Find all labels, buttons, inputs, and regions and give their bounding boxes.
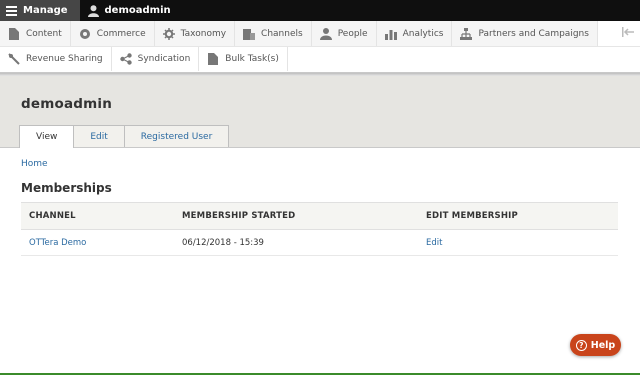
commerce-icon [79, 28, 91, 40]
table-row: OTTera Demo 06/12/2018 - 15:39 Edit [21, 229, 618, 256]
tray-item-label: Content [26, 28, 62, 39]
tray-item-label: Revenue Sharing [26, 54, 103, 64]
tray-item-commerce[interactable]: Commerce [70, 21, 155, 46]
people-icon [319, 27, 332, 40]
user-menu-button[interactable]: demoadmin [80, 0, 179, 21]
hamburger-icon [6, 5, 17, 16]
breadcrumb: Home [21, 159, 619, 169]
tray-item-people[interactable]: People [311, 21, 377, 46]
analytics-icon [384, 28, 397, 40]
tray-item-label: Commerce [96, 28, 146, 39]
tray-item-label: People [337, 28, 368, 39]
column-header-channel: CHANNEL [21, 202, 174, 230]
tray-row-primary: Content Commerce Taxonomy Channels Peopl… [0, 21, 640, 46]
tray-item-revenue-sharing[interactable]: Revenue Sharing [0, 47, 112, 71]
tray-item-label: Partners and Campaigns [478, 28, 589, 39]
tray-item-channels[interactable]: Channels [235, 21, 312, 46]
memberships-title: Memberships [21, 181, 112, 195]
page-header: demoadmin View Edit Registered User [0, 76, 640, 148]
page-title: demoadmin [21, 96, 113, 112]
collapse-tray-icon[interactable] [622, 27, 634, 40]
column-header-edit-membership: EDIT MEMBERSHIP [418, 202, 618, 230]
main-content: Home Memberships CHANNEL MEMBERSHIP STAR… [0, 159, 640, 256]
tray-item-analytics[interactable]: Analytics [376, 21, 453, 46]
tab-edit[interactable]: Edit [73, 125, 125, 147]
cell-channel: OTTera Demo [21, 229, 174, 256]
partners-icon [460, 27, 473, 40]
tray-item-label: Analytics [402, 28, 444, 39]
tray-item-label: Bulk Task(s) [225, 54, 279, 64]
channels-icon [243, 28, 256, 40]
channel-link[interactable]: OTTera Demo [29, 238, 86, 248]
edit-membership-link[interactable]: Edit [426, 238, 442, 248]
manage-button[interactable]: Manage [0, 0, 80, 21]
memberships-table: CHANNEL MEMBERSHIP STARTED EDIT MEMBERSH… [21, 202, 618, 256]
revenue-icon [8, 53, 20, 65]
primary-tabs: View Edit Registered User [19, 125, 230, 148]
content-icon [8, 27, 20, 40]
tray-item-label: Taxonomy [180, 28, 227, 39]
cell-membership-started: 06/12/2018 - 15:39 [174, 229, 418, 256]
tab-view[interactable]: View [19, 125, 75, 148]
help-label: Help [590, 339, 616, 351]
question-icon: ? [575, 339, 587, 351]
breadcrumb-home-link[interactable]: Home [21, 159, 48, 169]
manage-label: Manage [23, 5, 68, 16]
column-header-membership-started: MEMBERSHIP STARTED [174, 202, 418, 230]
taxonomy-icon [162, 27, 175, 40]
user-icon [87, 4, 99, 17]
admin-tray: Content Commerce Taxonomy Channels Peopl… [0, 21, 640, 73]
help-button[interactable]: ? Help [570, 334, 621, 356]
admin-toolbar: Manage demoadmin [0, 0, 640, 21]
tray-item-partners-and-campaigns[interactable]: Partners and Campaigns [452, 21, 598, 46]
tray-item-taxonomy[interactable]: Taxonomy [154, 21, 236, 46]
bulk-tasks-icon [207, 53, 219, 65]
cell-edit-membership: Edit [418, 229, 618, 256]
user-label: demoadmin [104, 5, 171, 16]
syndication-icon [119, 53, 132, 65]
tray-item-label: Syndication [137, 54, 191, 64]
tab-registered-user[interactable]: Registered User [123, 125, 230, 147]
tray-item-bulk-tasks[interactable]: Bulk Task(s) [199, 47, 288, 71]
tray-item-content[interactable]: Content [0, 21, 71, 46]
tray-item-label: Channels [261, 28, 303, 39]
tray-item-syndication[interactable]: Syndication [111, 47, 200, 71]
tray-row-secondary: Revenue Sharing Syndication Bulk Task(s) [0, 46, 640, 71]
table-header-row: CHANNEL MEMBERSHIP STARTED EDIT MEMBERSH… [21, 202, 618, 230]
